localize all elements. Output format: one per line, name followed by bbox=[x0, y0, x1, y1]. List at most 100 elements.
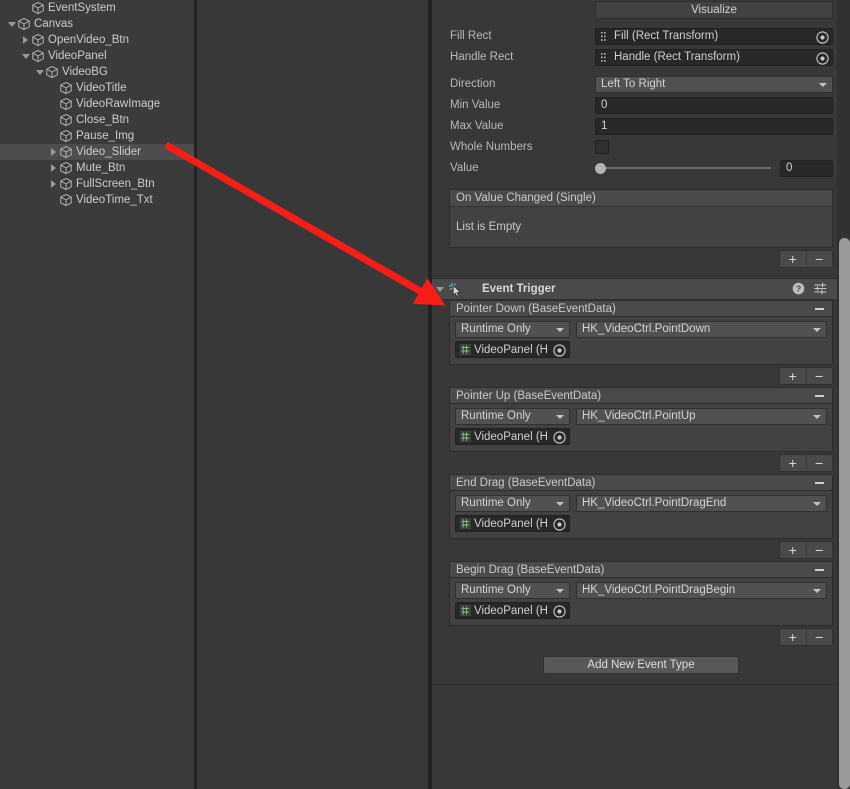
event-trigger-entry-body: Runtime Only HK_VideoCtrl.PointDragBegin V… bbox=[449, 578, 833, 626]
hierarchy-item-video_slider[interactable]: Video_Slider bbox=[0, 144, 194, 160]
hierarchy-item-label: Pause_Img bbox=[76, 130, 135, 142]
direction-dropdown[interactable]: Left To Right bbox=[595, 75, 833, 93]
divider bbox=[432, 684, 850, 685]
event-trigger-component-header[interactable]: Event Trigger ? bbox=[432, 278, 850, 300]
hierarchy-item-canvas[interactable]: Canvas bbox=[0, 16, 194, 32]
event-target-object-field[interactable]: VideoPanel (H bbox=[455, 515, 570, 532]
hierarchy-foldout-icon[interactable] bbox=[48, 144, 59, 160]
event-mode-dropdown[interactable]: Runtime Only bbox=[455, 321, 570, 338]
event-trigger-entry: End Drag (BaseEventData) Runtime Only HK_V… bbox=[449, 474, 833, 561]
event-mode-dropdown[interactable]: Runtime Only bbox=[455, 582, 570, 599]
event-mode-dropdown[interactable]: Runtime Only bbox=[455, 408, 570, 425]
hierarchy-item-videorawimage[interactable]: VideoRawImage bbox=[0, 96, 194, 112]
event-trigger-entry-header[interactable]: End Drag (BaseEventData) bbox=[449, 474, 833, 491]
hierarchy-foldout-icon[interactable] bbox=[20, 32, 31, 48]
event-target-picker-icon[interactable] bbox=[553, 518, 566, 531]
event-trigger-entry-header[interactable]: Pointer Down (BaseEventData) bbox=[449, 300, 833, 317]
hierarchy-item-label: Mute_Btn bbox=[76, 162, 126, 174]
gameobject-cube-icon bbox=[59, 113, 73, 127]
value-input[interactable]: 0 bbox=[780, 159, 833, 177]
remove-event-icon[interactable] bbox=[815, 482, 824, 484]
event-function-dropdown[interactable]: HK_VideoCtrl.PointDragEnd bbox=[576, 495, 827, 512]
event-trigger-entry-header[interactable]: Pointer Up (BaseEventData) bbox=[449, 387, 833, 404]
handle-rect-picker-icon[interactable] bbox=[816, 51, 829, 65]
event-entry-add-button[interactable]: + bbox=[780, 455, 806, 471]
chevron-down-icon bbox=[813, 589, 821, 593]
fill-rect-object-field[interactable]: Fill (Rect Transform) bbox=[595, 27, 833, 45]
inspector-scroll-track[interactable] bbox=[837, 0, 850, 789]
event-entry-remove-button[interactable]: − bbox=[807, 368, 833, 384]
hierarchy-item-videotime_txt[interactable]: VideoTime_Txt bbox=[0, 192, 194, 208]
chevron-down-icon bbox=[556, 589, 564, 593]
on-value-changed-remove-button[interactable]: − bbox=[807, 251, 833, 267]
preset-icon[interactable] bbox=[814, 282, 827, 298]
min-value-row: Min Value 0 bbox=[432, 96, 850, 114]
event-mode-dropdown[interactable]: Runtime Only bbox=[455, 495, 570, 512]
event-target-picker-icon[interactable] bbox=[553, 344, 566, 357]
fill-rect-picker-icon[interactable] bbox=[816, 30, 829, 44]
event-mode-value: Runtime Only bbox=[461, 584, 531, 596]
hierarchy-foldout-icon[interactable] bbox=[20, 48, 31, 64]
whole-numbers-checkbox[interactable] bbox=[595, 140, 609, 154]
hierarchy-item-videotitle[interactable]: VideoTitle bbox=[0, 80, 194, 96]
whole-numbers-row: Whole Numbers bbox=[432, 138, 850, 156]
direction-label: Direction bbox=[450, 78, 496, 90]
hierarchy-item-videobg[interactable]: VideoBG bbox=[0, 64, 194, 80]
gameobject-cube-icon bbox=[59, 145, 73, 159]
hierarchy-item-mute_btn[interactable]: Mute_Btn bbox=[0, 160, 194, 176]
hierarchy-foldout-icon[interactable] bbox=[48, 176, 59, 192]
value-row: Value 0 bbox=[432, 159, 850, 177]
event-entry-buttons: + − bbox=[449, 626, 833, 648]
remove-event-icon[interactable] bbox=[815, 569, 824, 571]
hierarchy-foldout-icon[interactable] bbox=[34, 64, 45, 80]
help-icon[interactable]: ? bbox=[792, 282, 805, 298]
gameobject-cube-icon bbox=[59, 81, 73, 95]
hierarchy-item-videopanel[interactable]: VideoPanel bbox=[0, 48, 194, 64]
hierarchy-foldout-icon[interactable] bbox=[48, 160, 59, 176]
rect-transform-icon bbox=[600, 31, 612, 42]
event-entry-add-button[interactable]: + bbox=[780, 368, 806, 384]
hierarchy-item-pause_img[interactable]: Pause_Img bbox=[0, 128, 194, 144]
hierarchy-item-fullscreen_btn[interactable]: FullScreen_Btn bbox=[0, 176, 194, 192]
event-target-picker-icon[interactable] bbox=[553, 605, 566, 618]
min-value-input[interactable]: 0 bbox=[595, 96, 833, 114]
hierarchy-item-eventsystem[interactable]: EventSystem bbox=[0, 0, 194, 16]
visualize-row: Visualize bbox=[432, 0, 850, 19]
on-value-changed-box: On Value Changed (Single) List is Empty … bbox=[449, 189, 833, 270]
event-trigger-entry-header[interactable]: Begin Drag (BaseEventData) bbox=[449, 561, 833, 578]
event-entry-remove-button[interactable]: − bbox=[807, 542, 833, 558]
max-value-input[interactable]: 1 bbox=[595, 117, 833, 135]
event-entry-add-button[interactable]: + bbox=[780, 542, 806, 558]
visualize-button[interactable]: Visualize bbox=[595, 1, 833, 19]
hierarchy-panel[interactable]: EventSystem Canvas OpenVideo_Btn VideoPanel… bbox=[0, 0, 194, 789]
event-target-object-field[interactable]: VideoPanel (H bbox=[455, 341, 570, 358]
value-slider-handle[interactable] bbox=[595, 163, 606, 174]
hierarchy-item-openvideo_btn[interactable]: OpenVideo_Btn bbox=[0, 32, 194, 48]
event-entry-remove-button[interactable]: − bbox=[807, 455, 833, 471]
event-function-dropdown[interactable]: HK_VideoCtrl.PointDragBegin bbox=[576, 582, 827, 599]
hierarchy-item-label: VideoPanel bbox=[48, 50, 107, 62]
inspector-scrollbar-thumb[interactable] bbox=[839, 238, 850, 789]
inspector-panel[interactable]: Visualize Fill Rect Fill (Rect Transform… bbox=[432, 0, 850, 789]
event-target-object-field[interactable]: VideoPanel (H bbox=[455, 602, 570, 619]
event-target-object-field[interactable]: VideoPanel (H bbox=[455, 428, 570, 445]
hierarchy-foldout-icon bbox=[48, 192, 59, 208]
on-value-changed-add-button[interactable]: + bbox=[780, 251, 806, 267]
hierarchy-foldout-icon[interactable] bbox=[6, 16, 17, 32]
hierarchy-item-close_btn[interactable]: Close_Btn bbox=[0, 112, 194, 128]
remove-event-icon[interactable] bbox=[815, 395, 824, 397]
event-entry-remove-button[interactable]: − bbox=[807, 629, 833, 645]
event-trigger-foldout[interactable] bbox=[432, 278, 448, 300]
event-trigger-cursor-icon bbox=[448, 281, 464, 297]
handle-rect-object-field[interactable]: Handle (Rect Transform) bbox=[595, 48, 833, 66]
value-slider[interactable] bbox=[595, 161, 771, 175]
event-entry-add-button[interactable]: + bbox=[780, 629, 806, 645]
add-new-event-type-button[interactable]: Add New Event Type bbox=[543, 656, 739, 674]
remove-event-icon[interactable] bbox=[815, 308, 824, 310]
hierarchy-foldout-icon bbox=[48, 112, 59, 128]
hierarchy-foldout-icon bbox=[48, 80, 59, 96]
event-function-dropdown[interactable]: HK_VideoCtrl.PointDown bbox=[576, 321, 827, 338]
event-trigger-entry-title: Pointer Down (BaseEventData) bbox=[456, 303, 616, 315]
event-target-picker-icon[interactable] bbox=[553, 431, 566, 444]
event-function-dropdown[interactable]: HK_VideoCtrl.PointUp bbox=[576, 408, 827, 425]
